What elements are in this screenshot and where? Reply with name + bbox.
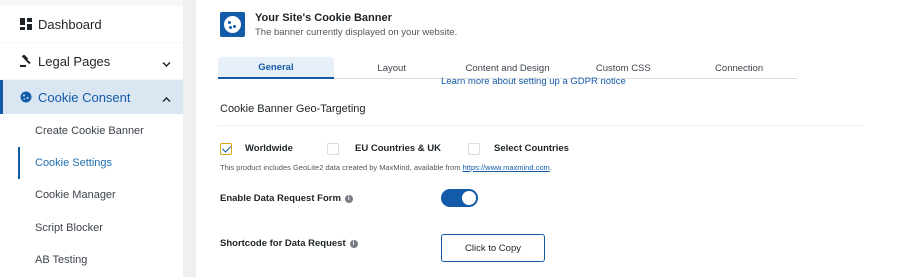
tab-connection[interactable]: Connection bbox=[681, 57, 797, 79]
cookie-consent-submenu: Create Cookie Banner Cookie Settings Coo… bbox=[0, 114, 183, 277]
cookie-icon bbox=[20, 91, 32, 103]
submenu-item-label: Cookie Settings bbox=[35, 157, 113, 169]
worldwide-checkbox[interactable] bbox=[220, 143, 232, 155]
divider bbox=[218, 125, 864, 126]
geolite-note: This product includes GeoLite2 data crea… bbox=[220, 163, 552, 172]
submenu-item-create-cookie-banner[interactable]: Create Cookie Banner bbox=[18, 115, 183, 147]
main-panel: Your Site's Cookie Banner The banner cur… bbox=[196, 0, 900, 277]
select-countries-label: Select Countries bbox=[494, 143, 569, 154]
submenu-item-script-blocker[interactable]: Script Blocker bbox=[18, 212, 183, 244]
info-icon[interactable]: i bbox=[349, 239, 358, 248]
shortcode-label: Shortcode for Data Request i bbox=[220, 238, 358, 249]
sidebar-item-legal-pages[interactable]: Legal Pages bbox=[0, 43, 183, 79]
page-subtitle: The banner currently displayed on your w… bbox=[255, 27, 458, 38]
submenu-item-label: Create Cookie Banner bbox=[35, 125, 144, 137]
eu-countries-checkbox[interactable] bbox=[327, 143, 339, 155]
submenu-item-cookie-settings[interactable]: Cookie Settings bbox=[18, 147, 183, 179]
gdpr-notice-link[interactable]: Learn more about setting up a GDPR notic… bbox=[441, 76, 626, 87]
chevron-down-icon bbox=[162, 57, 171, 67]
sidebar-item-label: Cookie Consent bbox=[38, 89, 131, 105]
submenu-item-label: Cookie Manager bbox=[35, 189, 116, 201]
sidebar-item-dashboard[interactable]: Dashboard bbox=[0, 6, 183, 42]
data-request-label-text: Enable Data Request Form bbox=[220, 193, 341, 204]
geolite-note-text: This product includes GeoLite2 data crea… bbox=[220, 163, 463, 172]
submenu-item-cookie-manager[interactable]: Cookie Manager bbox=[18, 179, 183, 211]
tab-layout[interactable]: Layout bbox=[334, 57, 450, 79]
gavel-icon bbox=[20, 54, 32, 67]
info-icon[interactable]: i bbox=[344, 194, 353, 203]
sidebar: Dashboard Legal Pages Cookie Consent Cre… bbox=[0, 0, 183, 277]
eu-countries-label: EU Countries & UK bbox=[355, 143, 442, 154]
cookie-banner-logo-icon bbox=[220, 12, 245, 37]
data-request-label: Enable Data Request Form i bbox=[220, 193, 353, 204]
submenu-item-label: Script Blocker bbox=[35, 222, 103, 234]
sidebar-item-label: Dashboard bbox=[38, 16, 102, 32]
maxmind-link[interactable]: https://www.maxmind.com bbox=[463, 163, 550, 172]
data-request-toggle[interactable] bbox=[441, 189, 478, 207]
sidebar-item-label: Legal Pages bbox=[38, 53, 111, 69]
worldwide-label: Worldwide bbox=[245, 143, 293, 154]
toggle-knob bbox=[462, 191, 476, 205]
geolite-note-end: . bbox=[549, 163, 552, 172]
chevron-up-icon bbox=[162, 93, 171, 102]
geo-targeting-title: Cookie Banner Geo-Targeting bbox=[220, 103, 366, 115]
submenu-item-ab-testing[interactable]: AB Testing bbox=[18, 244, 183, 276]
sidebar-item-cookie-consent[interactable]: Cookie Consent bbox=[0, 80, 183, 114]
page-title: Your Site's Cookie Banner bbox=[255, 12, 392, 24]
dashboard-icon bbox=[20, 18, 32, 30]
tab-general[interactable]: General bbox=[218, 57, 334, 79]
click-to-copy-button[interactable]: Click to Copy bbox=[441, 234, 545, 262]
submenu-item-label: AB Testing bbox=[35, 254, 88, 266]
select-countries-checkbox[interactable] bbox=[468, 143, 480, 155]
shortcode-label-text: Shortcode for Data Request bbox=[220, 238, 346, 249]
